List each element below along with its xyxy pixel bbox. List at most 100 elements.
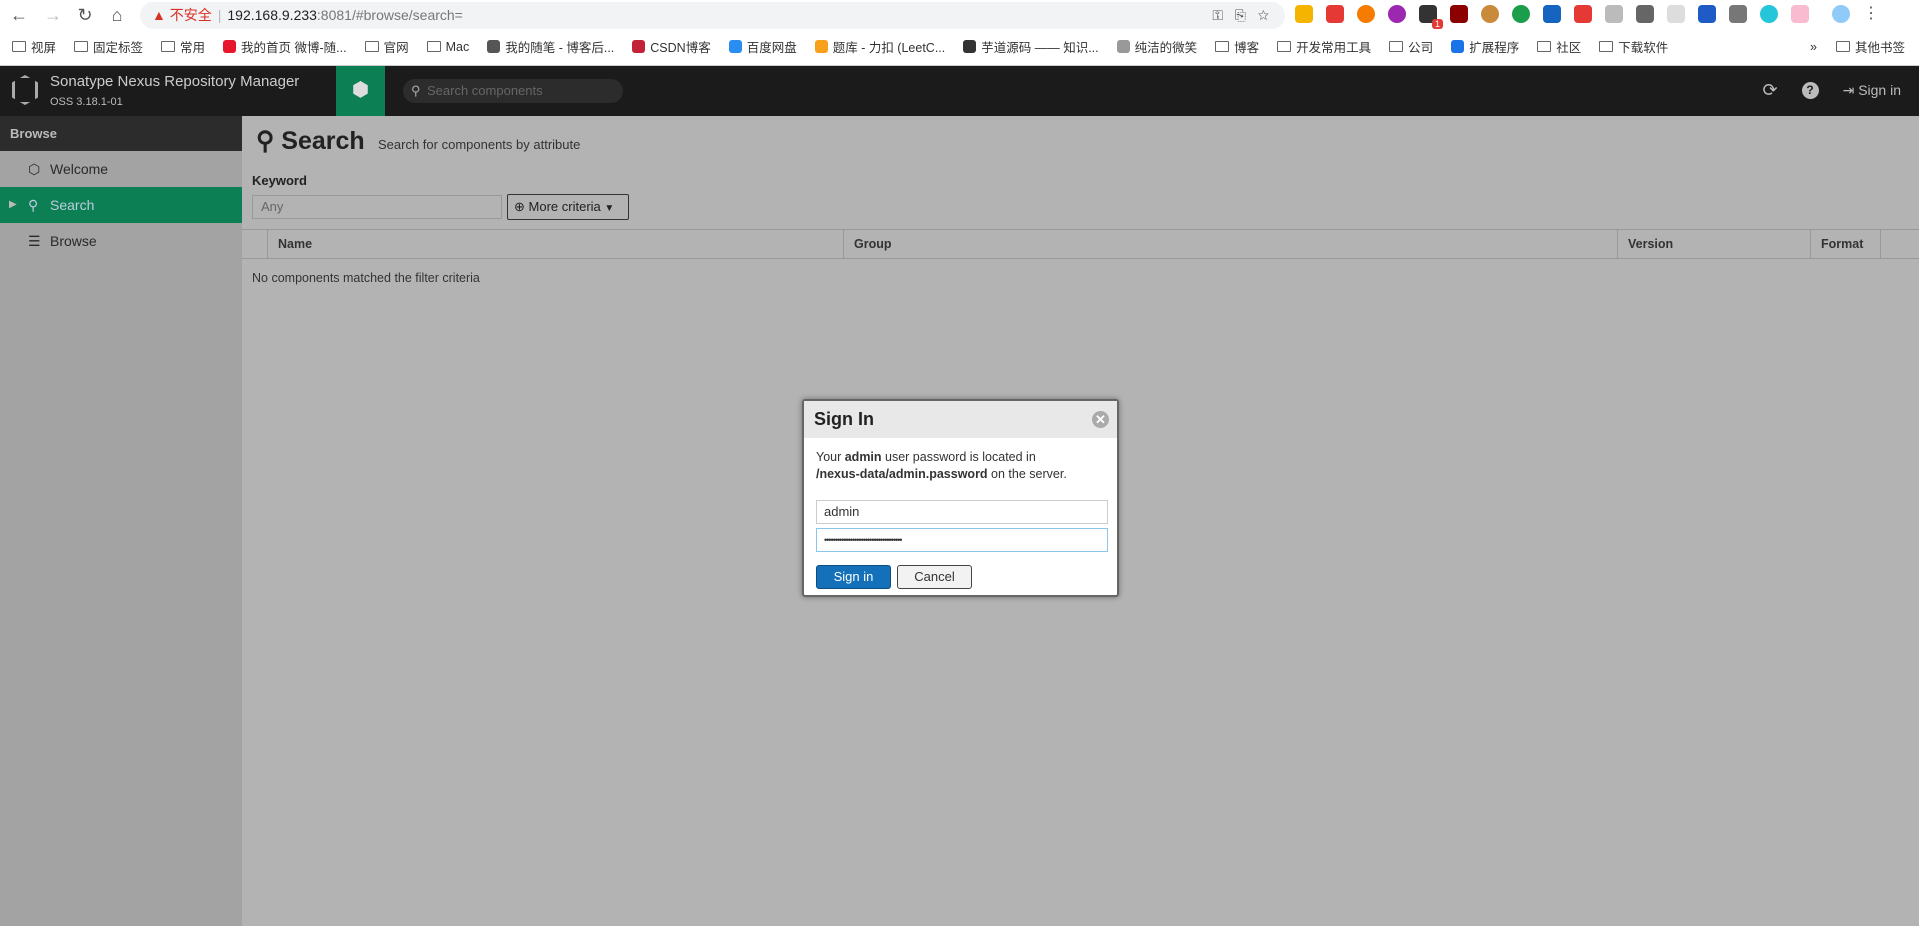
bookmark-item[interactable]: 固定标签 [74,37,143,56]
bookmark-label: 纯洁的微笑 [1134,41,1198,55]
other-bookmarks[interactable]: » 其他书签 [1810,37,1905,56]
bookmark-item[interactable]: 社区 [1537,37,1581,56]
extension-icon[interactable] [1574,5,1592,23]
bookmark-item[interactable]: 题库 - 力扣 (LeetC... [814,37,945,56]
profile-avatar[interactable] [1832,5,1850,23]
http-icon[interactable] [1636,5,1654,23]
bookmark-label: 下载软件 [1618,41,1669,55]
bookmarks-overflow[interactable]: » [1810,40,1817,54]
bookmark-item[interactable]: 我的随笔 - 博客后... [487,37,614,56]
weibo-icon [223,40,237,53]
bookmark-item[interactable]: 公司 [1389,37,1433,56]
extension-icon[interactable] [1357,5,1375,23]
folder-icon [1215,41,1230,52]
keyword-label: Keyword [252,173,307,188]
column-header-version[interactable]: Version [1618,230,1811,258]
bookmark-label: 常用 [180,41,206,55]
sidebar-item-label: Welcome [50,161,109,177]
translate-icon[interactable]: ⎘ [1235,7,1246,23]
extension-icon[interactable] [1543,5,1561,23]
site-icon [1116,40,1130,53]
nexus-logo-icon [12,75,38,105]
bookmark-item[interactable]: 博客 [1215,37,1259,56]
browse-mode-button[interactable]: ⬢ [336,66,385,116]
cube-icon: ⬢ [351,79,370,101]
bookmark-label: 视屏 [31,41,57,55]
sidebar-item-search[interactable]: ▶ ⚲ Search [0,187,242,223]
msg-text: Your [816,450,845,464]
search-components-input[interactable]: ⚲ Search components [403,79,623,103]
extension-icon[interactable] [1667,5,1685,23]
extension-badge: 1 [1431,19,1443,29]
sign-in-submit-button[interactable]: Sign in [816,565,891,589]
keyword-input[interactable]: Any [252,195,502,219]
column-header-name[interactable]: Name [268,230,844,258]
msg-path: /nexus-data/admin.password [816,467,988,481]
bookmark-item[interactable]: 开发常用工具 [1277,37,1371,56]
extension-icon[interactable] [1729,5,1747,23]
bookmark-item[interactable]: 视屏 [12,37,56,56]
extension-icon[interactable] [1512,5,1530,23]
cnblogs-icon [487,40,501,53]
page-title: ⚲ Search [256,126,365,156]
menu-icon[interactable]: ⋮ [1863,5,1879,23]
hexagon-icon: ⬡ [28,161,41,177]
baidu-icon [728,40,742,53]
bookmark-label: 社区 [1556,41,1582,55]
bookmark-label: 官网 [383,41,409,55]
bookmark-item[interactable]: 百度网盘 [728,37,797,56]
star-icon[interactable]: ☆ [1258,7,1269,23]
sidebar-item-browse[interactable]: ☰ Browse [0,223,242,259]
bookmark-item[interactable]: 常用 [161,37,205,56]
bookmark-item[interactable]: 芋道源码 —— 知识... [963,37,1099,56]
folder-icon [1599,41,1614,52]
bookmark-item[interactable]: 下载软件 [1599,37,1668,56]
password-field[interactable]: •••••••••••••••••••••••••••••••••••• [816,528,1108,552]
sidebar-item-label: Search [50,197,95,213]
extension-icon[interactable] [1605,5,1623,23]
forward-button[interactable]: → [42,4,64,26]
folder-icon [12,41,26,52]
extension-icon[interactable] [1760,5,1778,23]
ublock-icon[interactable] [1450,5,1468,23]
bookmark-item[interactable]: Mac [426,37,469,56]
bookmark-item[interactable]: 官网 [364,37,409,56]
more-criteria-button[interactable]: ⊕ More criteria ▼ [507,194,629,220]
column-header-group[interactable]: Group [844,230,1618,258]
username-value: admin [824,504,860,519]
bookmark-item[interactable]: 纯洁的微笑 [1116,37,1198,56]
bookmark-item[interactable]: CSDN博客 [632,37,711,56]
home-button[interactable]: ⌂ [106,4,128,26]
bookmark-label: 我的首页 微博-随... [241,41,347,55]
sign-in-button[interactable]: ⇥ Sign in [1843,82,1901,99]
extension-icon[interactable] [1326,5,1344,23]
folder-icon [1389,41,1404,52]
plus-circle-icon: ⊕ [514,199,525,214]
address-bar[interactable]: ▲ 不安全 | 192.168.9.233:8081/#browse/search=… [140,2,1285,29]
qr-icon[interactable] [1698,5,1716,23]
column-header-format[interactable]: Format [1811,230,1881,258]
sidebar-item-welcome[interactable]: ⬡ Welcome [0,151,242,187]
back-button[interactable]: ← [8,4,30,26]
close-icon[interactable]: ✕ [1092,411,1109,428]
help-icon[interactable]: ? [1801,82,1819,99]
cancel-button[interactable]: Cancel [897,565,972,589]
key-icon[interactable]: ⚿ [1212,7,1223,23]
cookie-icon[interactable] [1481,5,1499,23]
extension-icon[interactable] [1295,5,1313,23]
extension-icon[interactable]: 1 [1419,5,1443,29]
refresh-icon[interactable]: ⟳ [1762,80,1777,101]
username-field[interactable]: admin [816,500,1108,524]
password-value: •••••••••••••••••••••••••••••••••••• [824,535,902,545]
page-title-text: Search [281,127,365,155]
bookmark-item[interactable]: 我的首页 微博-随... [223,37,347,56]
extension-icon[interactable] [1388,5,1406,23]
app-header: Sonatype Nexus Repository Manager OSS 3.… [0,66,1919,116]
bookmark-item[interactable]: 扩展程序 [1451,37,1519,56]
bookmark-label: 开发常用工具 [1296,41,1372,55]
extension-icon[interactable] [1791,5,1809,23]
reload-button[interactable]: ↻ [74,4,96,26]
msg-bold: admin [844,450,882,464]
security-label: 不安全 [169,7,212,23]
database-icon: ☰ [28,233,41,249]
